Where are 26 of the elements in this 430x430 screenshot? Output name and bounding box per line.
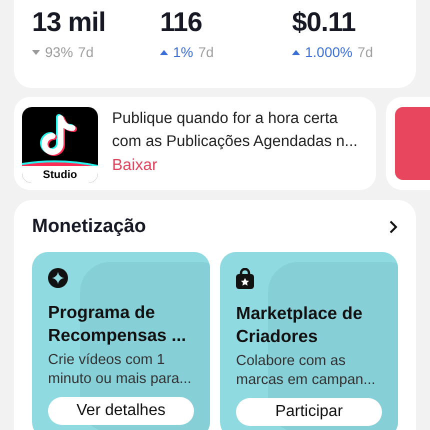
next-promo-card[interactable] <box>386 97 430 190</box>
program-description: Crie vídeos com 1 minuto ou mais para... <box>48 351 192 389</box>
shopping-bag-icon <box>236 268 254 289</box>
program-description: Colabore com as marcas em campan... <box>236 352 376 390</box>
stat-period: 7d <box>198 44 214 60</box>
stat-value: $0.11 <box>292 6 357 39</box>
program-button[interactable]: Participar <box>236 398 382 426</box>
app-icon: Studio <box>22 107 98 183</box>
stat-period: 7d <box>78 44 94 60</box>
program-card[interactable]: Programa de Recompensas ... Crie vídeos com 1 minuto ou mais para... Ver detalhes <box>32 252 210 430</box>
section-title: Monetização <box>32 216 146 238</box>
stat-value: 116 <box>160 6 204 39</box>
sparkle-icon <box>48 268 68 288</box>
stat-change: 1% <box>173 44 194 60</box>
program-card[interactable]: Marketplace de Criadores Colabore com as marcas em campan... Participar <box>220 252 398 430</box>
download-link[interactable]: Baixar <box>112 157 158 175</box>
chevron-right-icon[interactable] <box>389 220 398 234</box>
stat-change: 93% <box>45 44 74 60</box>
promo-card[interactable]: Studio Publique quando for a hora certa com as Publicações Agendadas n... Baixar <box>14 97 376 190</box>
program-title: Programa de Recompensas ... <box>48 301 188 347</box>
program-title: Marketplace de Criadores <box>236 302 364 348</box>
stat-period: 7d <box>357 44 374 60</box>
program-button[interactable]: Ver detalhes <box>48 397 194 425</box>
stat-change: 1.000% <box>305 44 352 60</box>
stat-value: 13 mil <box>32 6 107 39</box>
promo-text: Publique quando for a hora certa com as Publicações Agendadas n... <box>112 109 359 152</box>
